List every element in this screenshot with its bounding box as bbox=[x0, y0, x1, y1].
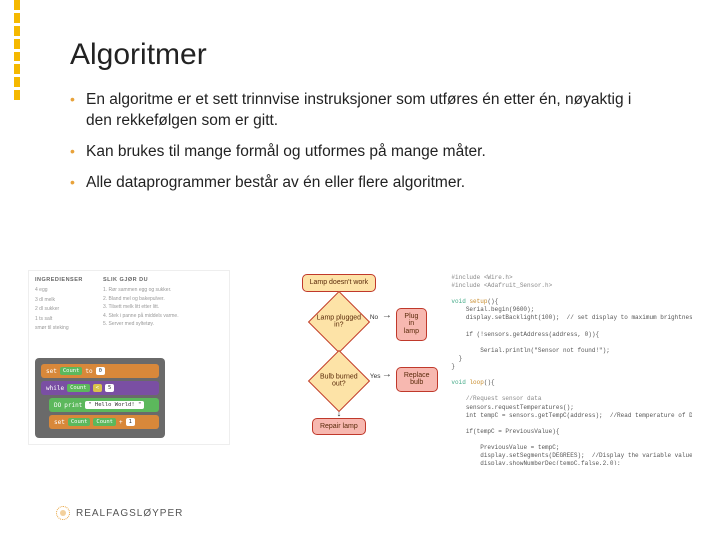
accent-stripe bbox=[14, 0, 20, 100]
slide-content: Algoritmer En algoritme er et sett trinn… bbox=[0, 0, 720, 194]
ingredient: 2 dl sukker bbox=[35, 306, 95, 313]
ingredient: 4 egg bbox=[35, 287, 95, 294]
ingredients-header: INGREDIENSER bbox=[35, 277, 95, 283]
logo-text: REALFAGSLØYPER bbox=[76, 508, 183, 519]
bullet-item: Alle dataprogrammer består av én eller f… bbox=[70, 173, 660, 194]
arrow-right-icon: → bbox=[382, 312, 392, 320]
scratch-blocks: setCountto0 whileCount<5 DOprint" Hello … bbox=[35, 358, 165, 438]
bullet-item: Kan brukes til mange formål og utformes … bbox=[70, 142, 660, 163]
logo-icon bbox=[56, 506, 70, 520]
step: 4. Stek i panne på middels varme. bbox=[103, 313, 223, 320]
steps-header: SLIK GJØR DU bbox=[103, 277, 223, 283]
ingredient: 3 dl melk bbox=[35, 297, 95, 304]
step: 1. Rør sammen egg og sukker. bbox=[103, 287, 223, 294]
ingredient: smør til steking bbox=[35, 325, 95, 332]
flow-decision: Lamp plugged in? bbox=[312, 302, 366, 342]
flowchart-panel: Lamp doesn't work ↓ Lamp plugged in? No … bbox=[240, 270, 437, 465]
flow-action: Plug in lamp bbox=[396, 308, 427, 341]
flow-decision: Bulb burned out? bbox=[312, 361, 366, 401]
step: 2. Bland mel og bakepulver. bbox=[103, 296, 223, 303]
recipe-panel: INGREDIENSER 4 egg 3 dl melk 2 dl sukker… bbox=[28, 270, 230, 445]
step: 3. Tilsett melk litt etter litt. bbox=[103, 304, 223, 311]
bullet-item: En algoritme er et sett trinnvise instru… bbox=[70, 90, 660, 132]
page-title: Algoritmer bbox=[70, 38, 660, 72]
code-panel: #include <Wire.h> #include <Adafruit_Sen… bbox=[447, 270, 692, 465]
bullet-list: En algoritme er et sett trinnvise instru… bbox=[70, 90, 660, 194]
ingredient: 1 ts salt bbox=[35, 316, 95, 323]
flow-end: Repair lamp bbox=[312, 418, 366, 436]
arrow-right-icon: → bbox=[382, 371, 392, 379]
flow-action: Replace bulb bbox=[396, 367, 438, 392]
brand-logo: REALFAGSLØYPER bbox=[56, 506, 183, 520]
examples-row: INGREDIENSER 4 egg 3 dl melk 2 dl sukker… bbox=[28, 270, 692, 465]
step: 5. Server med syltetøy. bbox=[103, 321, 223, 328]
